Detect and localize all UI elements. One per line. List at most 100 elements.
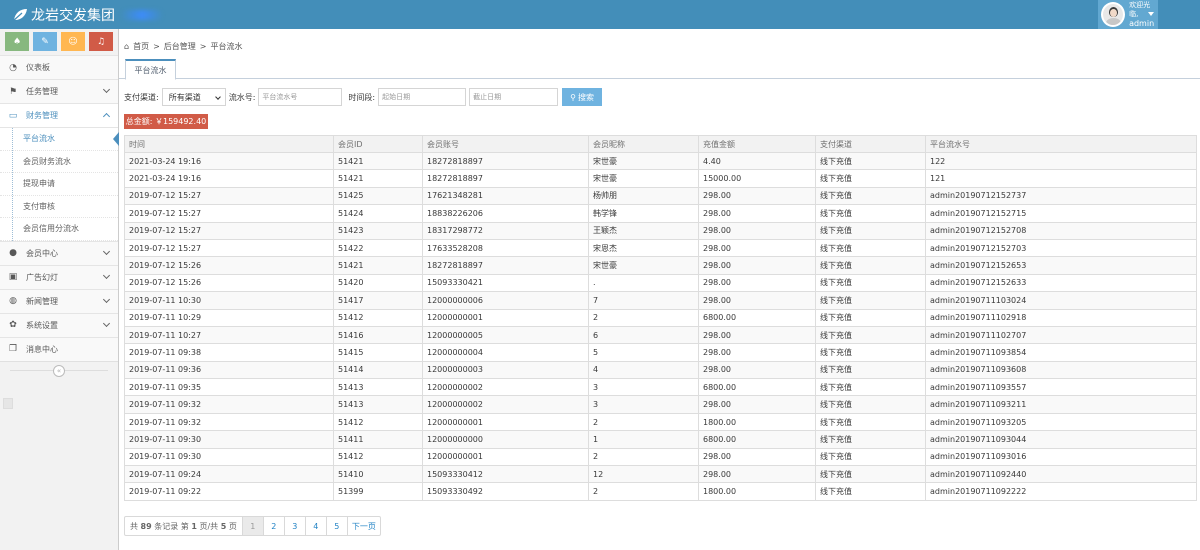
table-row[interactable]: 2019-07-12 15:27 51425 17621348281 杨帅朋 298.0… <box>124 186 1197 206</box>
table-row[interactable]: 2019-07-11 09:38 51415 12000000004 5 298.00 线… <box>124 343 1197 362</box>
cell-serial: admin20190712152633 <box>925 273 1197 293</box>
table-row[interactable]: 2019-07-12 15:27 51423 18317298772 王颖杰 298.0… <box>124 221 1197 240</box>
signal-shortcut-button[interactable]: ♠ <box>5 32 29 51</box>
shortcut-buttons: ♠ ✎ ☺ ♫ <box>0 29 118 55</box>
cell-channel: 线下充值 <box>815 238 926 258</box>
sidebar-item-ads[interactable]: ▣ 广告幻灯 <box>0 264 118 289</box>
cell-time: 2019-07-11 09:38 <box>124 343 334 362</box>
serial-input[interactable] <box>258 88 343 106</box>
table-row[interactable]: 2019-07-11 09:24 51410 15093330412 12 298.00… <box>124 465 1197 484</box>
cell-channel: 线下充值 <box>815 291 926 310</box>
col-channel[interactable]: 支付渠道 <box>815 135 926 153</box>
filter-bar: 支付渠道: 所有渠道 流水号: 时间段: ⚲ 搜索 <box>124 88 603 106</box>
search-button[interactable]: ⚲ 搜索 <box>562 88 603 106</box>
breadcrumb-sep: > <box>199 42 207 51</box>
table-row[interactable]: 2021-03-24 19:16 51421 18272818897 宋世豪 15000… <box>124 169 1197 188</box>
table-row[interactable]: 2019-07-12 15:27 51424 18838226206 韩学锋 298.0… <box>124 204 1197 223</box>
cell-time: 2019-07-12 15:26 <box>124 273 334 293</box>
sidebar-subitem-platform-flow[interactable]: 平台流水 <box>0 128 119 151</box>
table-row[interactable]: 2021-03-24 19:16 51421 18272818897 宋世豪 4.40 线… <box>124 151 1197 171</box>
col-amount[interactable]: 充值金额 <box>698 135 816 153</box>
sidebar-subitem-member-finance[interactable]: 会员财务流水 <box>0 151 118 173</box>
pencil-shortcut-button[interactable]: ✎ <box>33 32 57 51</box>
channel-select[interactable]: 所有渠道 <box>161 88 226 106</box>
col-member-account[interactable]: 会员账号 <box>422 135 589 153</box>
table-row[interactable]: 2019-07-12 15:26 51420 15093330421. 298.00 线… <box>124 273 1197 293</box>
cell-member-account: 17633528208 <box>422 238 589 258</box>
col-serial[interactable]: 平台流水号 <box>925 135 1197 153</box>
table-row[interactable]: 2019-07-11 10:30 51417 12000000006 7 298.00 线… <box>124 291 1197 310</box>
breadcrumb-home[interactable]: 首页 <box>133 41 149 52</box>
sidebar-item-settings[interactable]: ✿ 系统设置 <box>0 312 118 337</box>
sidebar-subitem-credit-flow[interactable]: 会员信用分流水 <box>0 218 118 241</box>
bell-shortcut-button[interactable]: ♫ <box>89 32 113 51</box>
sidebar-subitem-payment-review[interactable]: 支付审核 <box>0 196 118 218</box>
table-header-row: 时间 会员ID 会员账号 会员昵称 充值金额 支付渠道 平台流水号 <box>124 135 1197 153</box>
sidebar-item-messages[interactable]: ❐ 消息中心 <box>0 336 118 361</box>
sidebar-item-finance[interactable]: ▭ 财务管理 <box>0 103 118 127</box>
double-chevron-left-icon[interactable]: « <box>53 364 65 377</box>
chevron-down-icon <box>102 319 111 327</box>
cell-member-account: 17621348281 <box>422 186 589 206</box>
table-row[interactable]: 2019-07-11 09:22 51399 15093330492 2 1800.00… <box>124 482 1197 501</box>
cell-member-nickname: 宋世豪 <box>588 256 699 275</box>
page-3[interactable]: 3 <box>283 517 305 535</box>
pager-mid1: 条记录 第 <box>154 521 189 531</box>
main-content: ⌂ 首页 > 后台管理 > 平台流水 平台流水 支付渠道: 所有渠道 流水号: … <box>119 29 1200 550</box>
table-row[interactable]: 2019-07-11 09:32 51412 12000000001 2 1800.00… <box>124 412 1197 432</box>
col-member-id[interactable]: 会员ID <box>333 135 423 153</box>
cell-member-account: 12000000003 <box>422 360 589 380</box>
sidebar-item-tasks[interactable]: ⚑ 任务管理 <box>0 79 118 103</box>
cell-member-account: 18838226206 <box>422 204 589 223</box>
serial-label: 流水号: <box>228 92 256 102</box>
page-2[interactable]: 2 <box>262 517 284 535</box>
table-row[interactable]: 2019-07-11 09:36 51414 12000000003 4 298.00 线… <box>124 360 1197 380</box>
table-row[interactable]: 2019-07-11 09:35 51413 12000000002 3 6800.00… <box>124 378 1197 397</box>
sidebar-item-label: 消息中心 <box>26 344 58 354</box>
breadcrumb-level1[interactable]: 后台管理 <box>164 41 196 52</box>
globe-icon: ◍ <box>9 296 17 306</box>
cell-time: 2019-07-11 09:32 <box>124 395 334 414</box>
cell-member-account: 18272818897 <box>422 151 589 171</box>
cell-serial: admin20190712152703 <box>925 238 1197 258</box>
group-shortcut-button[interactable]: ☺ <box>61 32 85 51</box>
period-label: 时间段: <box>348 92 376 102</box>
cell-member-nickname: 6 <box>588 325 699 345</box>
table-row[interactable]: 2019-07-11 09:30 51411 12000000000 1 6800.00… <box>124 430 1197 449</box>
cell-serial: admin20190712152708 <box>925 221 1197 240</box>
table-row[interactable]: 2019-07-11 09:30 51412 12000000001 2 298.00 线… <box>124 447 1197 467</box>
tab-platform-flow[interactable]: 平台流水 <box>125 59 176 80</box>
cell-serial: admin20190711093205 <box>925 412 1197 432</box>
table-row[interactable]: 2019-07-12 15:27 51422 17633528208 宋恩杰 298.0… <box>124 238 1197 258</box>
page-1[interactable]: 1 <box>241 517 263 535</box>
sidebar-item-label: 任务管理 <box>26 87 58 96</box>
sidebar-item-dashboard[interactable]: ◔ 仪表板 <box>0 55 118 79</box>
pager-pages: 5 <box>220 521 227 531</box>
sidebar-item-members[interactable]: ● 会员中心 <box>0 240 118 265</box>
page-4[interactable]: 4 <box>304 517 326 535</box>
cell-amount: 6800.00 <box>698 308 816 327</box>
brand[interactable]: 龙岩交发集团 <box>12 5 163 24</box>
sidebar-item-news[interactable]: ◍ 新闻管理 <box>0 288 118 313</box>
table-row[interactable]: 2019-07-11 10:29 51412 12000000001 2 6800.00… <box>124 308 1197 327</box>
cell-serial: admin20190712152653 <box>925 256 1197 275</box>
page-5[interactable]: 5 <box>325 517 347 535</box>
table-row[interactable]: 2019-07-11 09:32 51413 12000000002 3 298.00 线… <box>124 395 1197 414</box>
cell-serial: admin20190711092222 <box>925 482 1197 501</box>
col-time[interactable]: 时间 <box>124 135 334 153</box>
start-date-input[interactable] <box>378 88 467 106</box>
user-menu[interactable]: 欢迎光临, admin <box>1098 0 1158 29</box>
cell-serial: admin20190711093044 <box>925 430 1197 449</box>
end-date-input[interactable] <box>469 88 559 106</box>
next-page-button[interactable]: 下一页 <box>346 517 380 535</box>
cell-channel: 线下充值 <box>815 221 926 240</box>
table-row[interactable]: 2019-07-11 10:27 51416 12000000005 6 298.00 线… <box>124 325 1197 345</box>
cell-member-account: 12000000001 <box>422 308 589 327</box>
table-row[interactable]: 2019-07-12 15:26 51421 18272818897 宋世豪 298.0… <box>124 256 1197 275</box>
cell-amount: 298.00 <box>698 447 816 467</box>
redacted-blur <box>121 9 163 20</box>
col-member-nickname[interactable]: 会员昵称 <box>588 135 699 153</box>
sidebar-subitem-withdraw[interactable]: 提现申请 <box>0 173 118 196</box>
cell-time: 2019-07-11 09:35 <box>124 378 334 397</box>
sidebar-mini-toggle[interactable] <box>3 398 13 409</box>
